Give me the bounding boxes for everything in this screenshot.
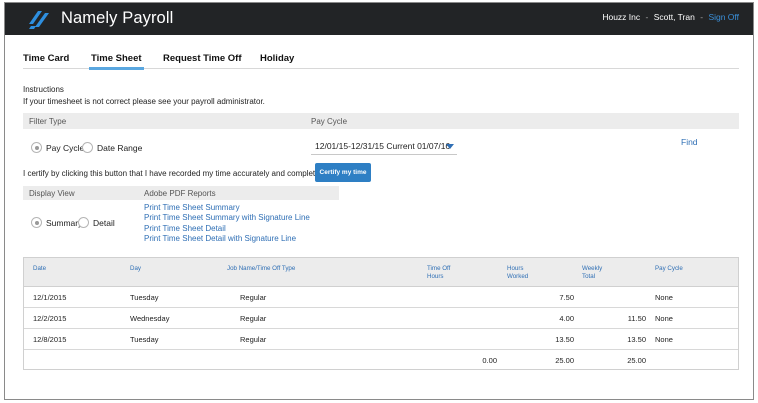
row-day: Wednesday [130, 314, 170, 323]
date-range-radio-label[interactable]: Date Range [97, 143, 142, 153]
col-hours-worked[interactable]: Hours Worked [507, 265, 528, 281]
row-weekly-total: 13.50 [627, 335, 646, 344]
filter-type-label: Filter Type [29, 117, 67, 126]
row-job: Regular [240, 293, 267, 302]
table-row[interactable]: 12/1/2015 Tuesday Regular 7.50 None [24, 287, 738, 308]
pdf-reports-label: Adobe PDF Reports [144, 189, 216, 198]
user-info: Houzz Inc - Scott, Tran - Sign Off [602, 12, 739, 22]
row-date: 12/1/2015 [33, 293, 67, 302]
row-pay-cycle: None [655, 335, 673, 344]
certify-button[interactable]: Certify my time [315, 163, 371, 182]
col-time-off[interactable]: Time Off Hours [427, 265, 450, 281]
pay-cycle-radio-label[interactable]: Pay Cycle [46, 143, 84, 153]
find-link[interactable]: Find [681, 137, 698, 147]
row-hours-worked: 13.50 [555, 335, 574, 344]
total-hours-worked: 25.00 [555, 356, 574, 365]
row-pay-cycle: None [655, 314, 673, 323]
print-detail-link[interactable]: Print Time Sheet Detail [144, 224, 310, 234]
instructions-title: Instructions [23, 85, 64, 94]
pay-cycle-select-value: 12/01/15-12/31/15 Current 01/07/16 [315, 141, 451, 151]
row-day: Tuesday [130, 293, 159, 302]
row-weekly-total: 11.50 [627, 314, 646, 323]
row-job: Regular [240, 314, 267, 323]
row-hours-worked: 4.00 [559, 314, 574, 323]
col-weekly-total-line2: Total [582, 273, 596, 280]
pay-cycle-select[interactable]: 12/01/15-12/31/15 Current 01/07/16 [311, 138, 457, 155]
user-name[interactable]: Scott, Tran [654, 12, 695, 22]
row-hours-worked: 7.50 [559, 293, 574, 302]
col-time-off-line1: Time Off [427, 265, 451, 272]
row-date: 12/2/2015 [33, 314, 67, 323]
header-separator: - [645, 12, 649, 22]
tab-request-time-off[interactable]: Request Time Off [163, 53, 241, 64]
date-range-radio[interactable] [82, 142, 93, 153]
col-hours-worked-line2: Worked [507, 273, 529, 280]
app-window: Namely Payroll Houzz Inc - Scott, Tran -… [4, 2, 754, 400]
chevron-down-icon [446, 144, 454, 149]
tab-holiday[interactable]: Holiday [260, 53, 294, 64]
row-pay-cycle: None [655, 293, 673, 302]
pay-cycle-radio[interactable] [31, 142, 42, 153]
detail-radio-label[interactable]: Detail [93, 218, 115, 228]
summary-radio-label[interactable]: Summary [46, 218, 82, 228]
col-time-off-line2: Hours [427, 273, 444, 280]
instructions-text: If your timesheet is not correct please … [23, 97, 265, 106]
total-weekly: 25.00 [627, 356, 646, 365]
display-view-label: Display View [29, 189, 75, 198]
timesheet-table: Date Day Job Name/Time Off Type Time Off… [23, 257, 739, 370]
table-row[interactable]: 12/2/2015 Wednesday Regular 4.00 11.50 N… [24, 308, 738, 329]
col-day[interactable]: Day [130, 265, 141, 273]
table-header: Date Day Job Name/Time Off Type Time Off… [24, 258, 738, 287]
pay-cycle-label: Pay Cycle [311, 117, 348, 126]
col-pay-cycle[interactable]: Pay Cycle [655, 265, 683, 273]
col-weekly-total-line1: Weekly [582, 265, 603, 272]
brand-title: Namely Payroll [61, 9, 174, 27]
table-row[interactable]: 12/8/2015 Tuesday Regular 13.50 13.50 No… [24, 329, 738, 350]
certify-text: I certify by clicking this button that I… [23, 169, 326, 178]
top-header: Namely Payroll Houzz Inc - Scott, Tran -… [5, 3, 753, 35]
sign-off-link[interactable]: Sign Off [708, 12, 739, 22]
col-date[interactable]: Date [33, 265, 46, 273]
col-job[interactable]: Job Name/Time Off Type [227, 265, 295, 273]
tab-time-sheet[interactable]: Time Sheet [89, 53, 144, 70]
pdf-report-links: Print Time Sheet Summary Print Time Shee… [144, 203, 310, 244]
row-job: Regular [240, 335, 267, 344]
col-hours-worked-line1: Hours [507, 265, 524, 272]
namely-logo-icon[interactable] [27, 8, 51, 30]
row-day: Tuesday [130, 335, 159, 344]
header-separator-2: - [700, 12, 704, 22]
detail-radio[interactable] [78, 217, 89, 228]
print-summary-signature-link[interactable]: Print Time Sheet Summary with Signature … [144, 213, 310, 223]
print-detail-signature-link[interactable]: Print Time Sheet Detail with Signature L… [144, 234, 310, 244]
filter-header-band [23, 113, 739, 129]
col-weekly-total[interactable]: Weekly Total [582, 265, 602, 281]
total-time-off: 0.00 [482, 356, 497, 365]
company-name: Houzz Inc [602, 12, 641, 22]
row-date: 12/8/2015 [33, 335, 67, 344]
print-summary-link[interactable]: Print Time Sheet Summary [144, 203, 310, 213]
totals-row: 0.00 25.00 25.00 [24, 350, 738, 369]
tab-time-card[interactable]: Time Card [23, 53, 69, 64]
tab-bar: Time Card Time Sheet Request Time Off Ho… [23, 53, 739, 70]
summary-radio[interactable] [31, 217, 42, 228]
